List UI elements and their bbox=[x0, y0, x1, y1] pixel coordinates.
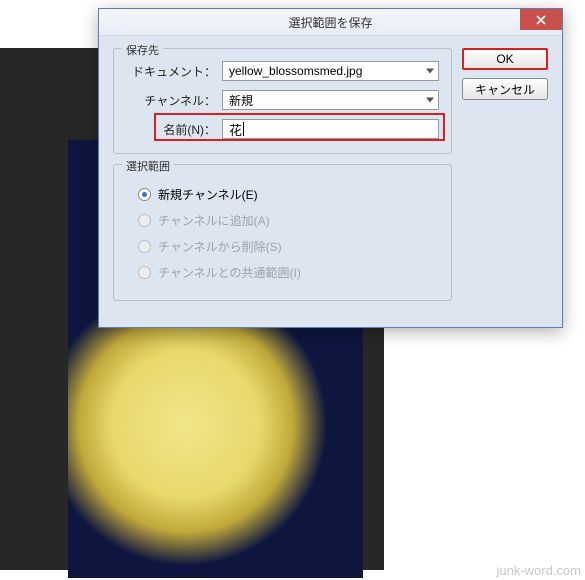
radio-icon bbox=[138, 240, 151, 253]
radio-intersect-channel: チャンネルとの共通範囲(I) bbox=[138, 264, 439, 281]
close-button[interactable] bbox=[520, 9, 562, 30]
radio-icon bbox=[138, 188, 151, 201]
dialog-body: 保存先 ドキュメント： yellow_blossomsmed.jpg チャンネル… bbox=[99, 36, 562, 327]
channel-select-value: 新規 bbox=[229, 92, 253, 109]
ok-button[interactable]: OK bbox=[462, 48, 548, 70]
radio-add-to-channel-label: チャンネルに追加(A) bbox=[158, 212, 270, 229]
dialog-title: 選択範囲を保存 bbox=[288, 14, 372, 31]
channel-select[interactable]: 新規 bbox=[222, 90, 439, 110]
close-icon bbox=[536, 15, 546, 25]
radio-add-to-channel: チャンネルに追加(A) bbox=[138, 212, 439, 229]
ok-button-label: OK bbox=[496, 52, 513, 66]
save-selection-dialog: 選択範囲を保存 保存先 ドキュメント： yellow_blossomsmed.j… bbox=[98, 8, 563, 328]
operation-group: 選択範囲 新規チャンネル(E) チャンネルに追加(A) チャンネルから削除(S)… bbox=[113, 164, 452, 301]
radio-subtract-from-channel: チャンネルから削除(S) bbox=[138, 238, 439, 255]
watermark: junk-word.com bbox=[496, 563, 581, 578]
document-select-value: yellow_blossomsmed.jpg bbox=[229, 64, 362, 78]
radio-subtract-label: チャンネルから削除(S) bbox=[158, 238, 282, 255]
radio-intersect-label: チャンネルとの共通範囲(I) bbox=[158, 264, 301, 281]
radio-new-channel[interactable]: 新規チャンネル(E) bbox=[138, 186, 439, 203]
destination-group: 保存先 ドキュメント： yellow_blossomsmed.jpg チャンネル… bbox=[113, 48, 452, 154]
operation-legend: 選択範囲 bbox=[122, 158, 174, 174]
radio-icon bbox=[138, 214, 151, 227]
name-input-value: 花 bbox=[229, 120, 242, 139]
document-label: ドキュメント： bbox=[126, 63, 222, 80]
name-label: 名前(N)： bbox=[126, 121, 222, 138]
name-input[interactable]: 花 bbox=[222, 119, 439, 139]
radio-new-channel-label: 新規チャンネル(E) bbox=[158, 186, 258, 203]
document-select[interactable]: yellow_blossomsmed.jpg bbox=[222, 61, 439, 81]
dialog-titlebar[interactable]: 選択範囲を保存 bbox=[99, 9, 562, 36]
text-cursor bbox=[243, 122, 244, 136]
channel-label: チャンネル： bbox=[126, 92, 222, 109]
cancel-button[interactable]: キャンセル bbox=[462, 78, 548, 100]
radio-icon bbox=[138, 266, 151, 279]
destination-legend: 保存先 bbox=[122, 42, 163, 58]
cancel-button-label: キャンセル bbox=[475, 81, 535, 98]
